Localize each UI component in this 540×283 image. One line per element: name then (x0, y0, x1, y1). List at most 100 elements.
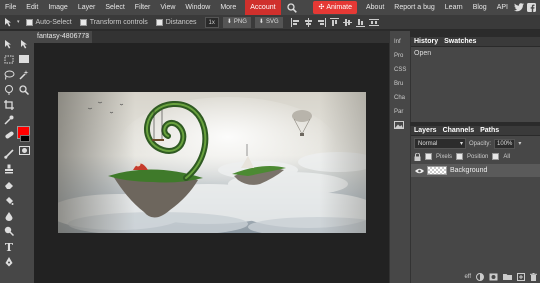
image-panel-icon[interactable] (390, 121, 411, 135)
magic-wand-icon[interactable] (17, 68, 31, 82)
export-png-label: PNG (233, 18, 247, 25)
effects-button[interactable]: eff (464, 274, 471, 280)
trash-icon[interactable] (530, 272, 537, 281)
lock-position-checkbox[interactable] (456, 153, 464, 160)
export-svg-option[interactable]: ⬇ SVG (254, 16, 283, 28)
folder-icon[interactable] (503, 273, 512, 280)
facebook-icon[interactable] (525, 2, 537, 14)
lock-all-checkbox[interactable] (492, 153, 500, 160)
api-link[interactable]: API (492, 0, 513, 15)
tab-layers[interactable]: Layers (411, 126, 440, 135)
pen-tool-icon[interactable] (2, 255, 16, 269)
menu-edit[interactable]: Edit (21, 0, 43, 15)
tab-paths[interactable]: Paths (477, 126, 502, 135)
menu-more[interactable]: More (215, 0, 241, 15)
align-right-icon[interactable] (317, 17, 326, 27)
move-tool-icon[interactable] (2, 37, 16, 51)
align-center-icon[interactable] (304, 17, 313, 27)
menu-layer[interactable]: Layer (73, 0, 101, 15)
align-left-icon[interactable] (290, 17, 300, 27)
tools-panel: T (0, 31, 34, 283)
marquee-tool-icon[interactable] (2, 52, 16, 66)
zoom-tool-icon[interactable] (17, 83, 31, 97)
canvas-image[interactable] (58, 92, 366, 233)
menu-filter[interactable]: Filter (130, 0, 156, 15)
export-svg-button[interactable]: ⬇ SVG (254, 16, 283, 28)
new-layer-icon[interactable] (517, 272, 525, 281)
export-png-option[interactable]: ⬇ PNG (222, 16, 251, 28)
learn-link[interactable]: Learn (440, 0, 468, 15)
menu-view[interactable]: View (155, 0, 180, 15)
css-panel-tab[interactable]: CSS (390, 63, 411, 77)
auto-select-option[interactable]: Auto-Select (25, 18, 72, 26)
lock-all-label: All (503, 153, 511, 160)
character-panel-tab[interactable]: Cha (390, 91, 411, 105)
lock-position-label: Position (467, 153, 489, 160)
align-bottom-icon[interactable] (355, 18, 365, 27)
adjustment-layer-icon[interactable] (476, 272, 484, 281)
distances-checkbox[interactable] (155, 18, 163, 26)
layers-panel: Layers Channels Paths Normal ▾ Opacity: … (410, 126, 540, 283)
info-panel-tab[interactable]: Inf (390, 35, 411, 49)
properties-panel-tab[interactable]: Pro (390, 49, 411, 63)
document-tab[interactable]: fantasy-4806773 × (34, 31, 92, 43)
menu-file[interactable]: File (0, 0, 21, 15)
opacity-input[interactable]: 100% (494, 138, 516, 149)
document-tab-title: fantasy-4806773 (37, 33, 90, 40)
paragraph-panel-tab[interactable]: Par (390, 105, 411, 119)
layer-row[interactable]: Background (411, 164, 540, 177)
mask-icon[interactable] (489, 273, 498, 281)
align-top-icon[interactable] (329, 17, 339, 27)
crop-tool-icon[interactable] (2, 98, 16, 112)
menu-select[interactable]: Select (100, 0, 129, 15)
account-button[interactable]: Account (245, 0, 281, 15)
lasso-tool-icon[interactable] (2, 68, 16, 82)
rect-select-icon[interactable] (17, 52, 31, 66)
distances-option[interactable]: Distances (155, 18, 197, 26)
blur-tool-icon[interactable] (2, 209, 16, 223)
dodge-tool-icon[interactable] (2, 224, 16, 238)
tab-swatches[interactable]: Swatches (441, 37, 479, 46)
tab-history[interactable]: History (411, 37, 441, 46)
move-arrow-icon (5, 18, 11, 27)
about-link[interactable]: About (361, 0, 389, 15)
search-icon[interactable] (285, 0, 299, 15)
chevron-down-icon[interactable]: ▾ (518, 140, 521, 147)
scale-dropdown[interactable]: 1x (204, 16, 219, 28)
clone-stamp-icon[interactable] (2, 162, 16, 176)
tab-channels[interactable]: Channels (440, 126, 478, 135)
healing-brush-icon[interactable] (2, 128, 16, 142)
menu-window[interactable]: Window (180, 0, 215, 15)
auto-select-checkbox[interactable] (25, 18, 33, 26)
eraser-tool-icon[interactable] (2, 178, 16, 192)
blog-link[interactable]: Blog (468, 0, 492, 15)
transform-controls-option[interactable]: Transform controls (79, 18, 148, 26)
brush-tool-icon[interactable] (2, 147, 16, 161)
blend-mode-dropdown[interactable]: Normal ▾ (414, 138, 466, 149)
scale-option[interactable]: 1x (204, 16, 219, 28)
lock-pixels-checkbox[interactable] (425, 153, 432, 160)
animate-button[interactable]: ✣ Animate (313, 1, 357, 14)
paint-bucket-icon[interactable] (2, 194, 16, 208)
fantasy-artwork (58, 92, 366, 233)
menu-image[interactable]: Image (43, 0, 72, 15)
export-png-button[interactable]: ⬇ PNG (222, 16, 251, 28)
report-bug-link[interactable]: Report a bug (389, 0, 439, 15)
type-tool-icon[interactable]: T (2, 240, 16, 254)
transform-controls-checkbox[interactable] (79, 18, 87, 26)
brush-panel-tab[interactable]: Bru (390, 77, 411, 91)
align-middle-icon[interactable] (342, 18, 352, 27)
eye-icon[interactable] (415, 168, 424, 174)
background-color-swatch[interactable] (20, 135, 30, 142)
quick-select-icon[interactable] (2, 83, 16, 97)
mask-icon[interactable] (17, 143, 31, 157)
layers-tabs: Layers Channels Paths (411, 126, 540, 136)
twitter-icon[interactable] (513, 2, 525, 14)
eyedropper-icon[interactable] (2, 113, 16, 127)
close-icon[interactable]: × (85, 31, 89, 43)
tab-strip (92, 31, 389, 43)
select-tool-icon[interactable] (17, 37, 31, 51)
distribute-icon[interactable] (368, 18, 379, 27)
history-entry[interactable]: Open (411, 47, 540, 60)
blend-mode-value: Normal (418, 141, 438, 147)
